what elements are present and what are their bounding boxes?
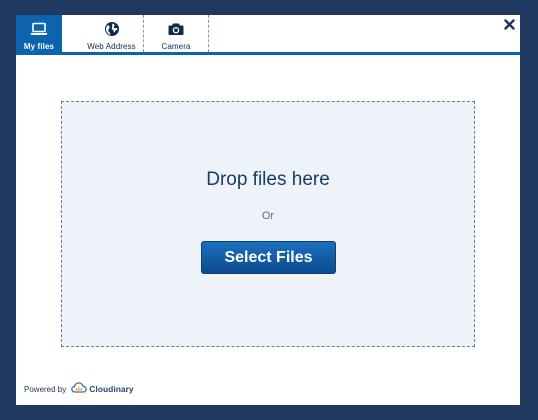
or-separator: Or	[261, 210, 275, 222]
select-files-button[interactable]: Select Files	[201, 241, 336, 274]
tab-web-address[interactable]: Web Address	[80, 15, 144, 52]
globe-icon	[104, 21, 120, 37]
tab-camera[interactable]: Camera	[144, 15, 209, 52]
upload-dialog: My files Web Address Camera Drop files h…	[16, 15, 520, 405]
close-icon	[503, 17, 515, 35]
cloudinary-brand-name: Cloudinary	[89, 384, 134, 394]
close-button[interactable]	[502, 18, 516, 34]
drop-title: Drop files here	[206, 169, 330, 190]
powered-by-label: Powered by	[24, 384, 67, 394]
source-tabs: My files Web Address Camera	[16, 15, 520, 55]
laptop-icon	[30, 21, 48, 37]
tab-my-files[interactable]: My files	[16, 15, 62, 52]
cloudinary-link[interactable]: Cloudinary	[71, 380, 134, 398]
cloudinary-logo-icon	[71, 380, 88, 398]
tab-label: Web Address	[87, 42, 136, 51]
tab-label: Camera	[161, 42, 191, 51]
tab-label: My files	[23, 42, 55, 51]
footer: Powered by Cloudinary	[24, 381, 134, 397]
drop-zone[interactable]: Drop files here Or Select Files	[61, 101, 475, 347]
camera-icon	[168, 21, 184, 37]
